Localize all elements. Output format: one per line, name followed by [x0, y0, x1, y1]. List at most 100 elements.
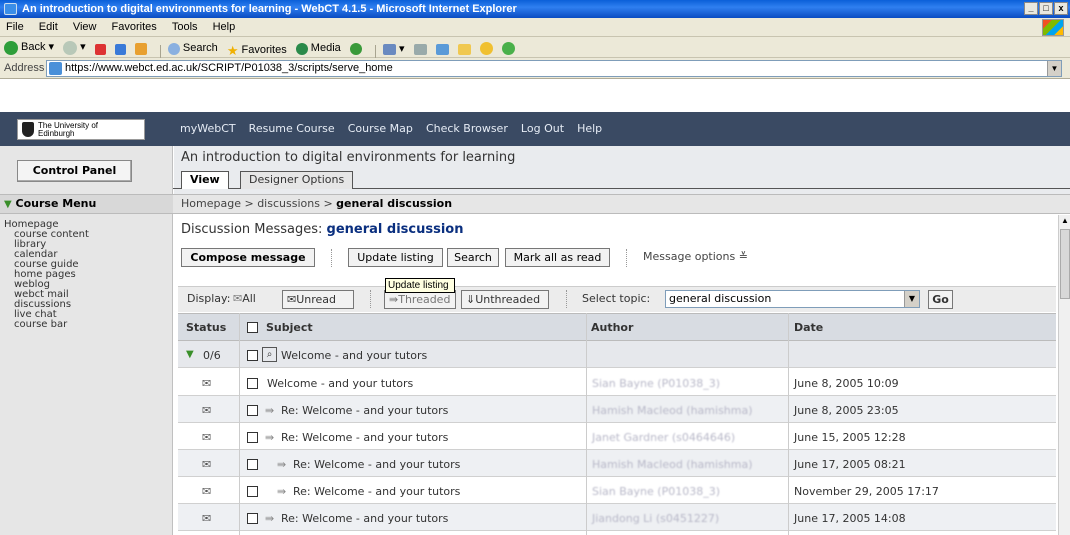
message-options-link[interactable]: Message options ≚ [643, 249, 748, 265]
message-subject[interactable]: Welcome - and your tutors [267, 377, 413, 390]
course-menu-item[interactable]: course bar [4, 320, 169, 330]
scroll-thumb[interactable] [1060, 229, 1070, 299]
edit-button[interactable] [435, 43, 449, 55]
row-checkbox[interactable] [247, 350, 258, 361]
maximize-button[interactable]: □ [1039, 2, 1053, 15]
print-button[interactable] [413, 43, 427, 55]
row-checkbox[interactable] [247, 486, 258, 497]
message-subject[interactable]: Re: Welcome - and your tutors [281, 404, 448, 417]
breadcrumb-homepage[interactable]: Homepage [181, 197, 241, 210]
tab-view[interactable]: View [181, 171, 229, 189]
envelope-open-icon: ✉ [233, 292, 243, 305]
search-button[interactable]: Search [167, 38, 218, 59]
divider [626, 249, 627, 267]
triangle-down-icon[interactable]: ▼ [186, 349, 194, 360]
vertical-scrollbar[interactable]: ▲ [1058, 215, 1070, 535]
nav-course-map[interactable]: Course Map [348, 122, 413, 135]
message-author: Sian Bayne (P01038_3) [592, 377, 720, 390]
refresh-button[interactable] [114, 43, 126, 55]
search-icon [167, 42, 180, 55]
control-panel-button[interactable]: Control Panel [17, 160, 132, 182]
address-label: Address [4, 62, 45, 74]
minimize-button[interactable]: _ [1024, 2, 1038, 15]
stop-button[interactable] [94, 43, 106, 55]
message-date: June 15, 2005 12:28 [794, 431, 906, 444]
home-icon [134, 42, 147, 55]
menu-tools[interactable]: Tools [166, 18, 204, 37]
menu-edit[interactable]: Edit [33, 18, 64, 37]
breadcrumb-discussions[interactable]: discussions [257, 197, 320, 210]
divider [566, 290, 567, 308]
message-subject[interactable]: Re: Welcome - and your tutors [293, 485, 460, 498]
home-button[interactable] [134, 42, 147, 55]
reply-arrow-icon: ⇛ [265, 512, 275, 525]
forward-button[interactable]: ▾ [63, 37, 86, 58]
university-logo[interactable]: The University of Edinburgh [17, 119, 145, 140]
row-checkbox[interactable] [247, 378, 258, 389]
messenger-button[interactable] [479, 41, 493, 55]
media-button[interactable]: Media [295, 38, 341, 59]
menu-help[interactable]: Help [207, 18, 242, 37]
row-checkbox[interactable] [247, 432, 258, 443]
back-button[interactable]: Back ▾ [4, 37, 54, 58]
chevron-down-icon[interactable]: ▼ [904, 291, 919, 307]
menu-bar: File Edit View Favorites Tools Help [0, 18, 1070, 37]
url-input[interactable]: https://www.webct.ed.ac.uk/SCRIPT/P01038… [46, 60, 1062, 77]
nav-help[interactable]: Help [577, 122, 602, 135]
row-checkbox[interactable] [247, 459, 258, 470]
message-date: November 29, 2005 17:17 [794, 485, 939, 498]
chevron-down-icon[interactable]: ▼ [1047, 61, 1061, 76]
nav-log-out[interactable]: Log Out [521, 122, 564, 135]
topic-select[interactable]: general discussion ▼ [665, 290, 920, 308]
toolbar-separator [159, 44, 161, 59]
mail-button[interactable]: ▾ [382, 39, 404, 60]
row-checkbox[interactable] [247, 513, 258, 524]
unthreaded-button[interactable]: ⇓Unthreaded [461, 290, 549, 309]
stop-icon [94, 43, 106, 55]
nav-check-browser[interactable]: Check Browser [426, 122, 508, 135]
menu-favorites[interactable]: Favorites [106, 18, 163, 37]
envelope-icon: ✉ [287, 293, 297, 306]
column-author[interactable]: Author [591, 321, 633, 334]
course-menu-header[interactable]: ▼ Course Menu [0, 194, 173, 214]
nav-resume-course[interactable]: Resume Course [249, 122, 335, 135]
message-subject[interactable]: Re: Welcome - and your tutors [281, 512, 448, 525]
update-listing-button[interactable]: Update listing [348, 248, 443, 267]
window-title: An introduction to digital environments … [22, 3, 517, 15]
history-button[interactable] [349, 42, 362, 55]
message-author: Hamish Macleod (hamishma) [592, 458, 753, 471]
envelope-icon: ✉ [202, 404, 212, 417]
message-subject[interactable]: Re: Welcome - and your tutors [293, 458, 460, 471]
scroll-up-icon[interactable]: ▲ [1060, 216, 1070, 226]
column-date[interactable]: Date [794, 321, 823, 334]
menu-file[interactable]: File [0, 18, 30, 37]
tab-designer-options[interactable]: Designer Options [240, 171, 354, 189]
nav-mywebct[interactable]: myWebCT [180, 122, 236, 135]
magnifier-icon[interactable]: ⌕ [262, 347, 277, 362]
message-subject[interactable]: Re: Welcome - and your tutors [281, 431, 448, 444]
breadcrumb: Homepage > discussions > general discuss… [173, 194, 1070, 214]
select-all-checkbox[interactable] [247, 322, 258, 333]
msn-button[interactable] [501, 41, 515, 55]
thread-icon: ⇛ [389, 293, 399, 306]
unread-button[interactable]: ✉Unread [282, 290, 354, 309]
menu-view[interactable]: View [67, 18, 103, 37]
column-status[interactable]: Status [186, 321, 226, 334]
folder-button[interactable] [457, 43, 471, 55]
search-button[interactable]: Search [447, 248, 499, 267]
divider [370, 290, 371, 308]
column-subject[interactable]: Subject [266, 321, 313, 334]
back-arrow-icon [4, 40, 18, 55]
triangle-down-icon: ▼ [4, 199, 12, 210]
thread-subject[interactable]: Welcome - and your tutors [281, 349, 427, 362]
window-title-bar: An introduction to digital environments … [0, 0, 1070, 18]
display-all[interactable]: ✉All [233, 292, 256, 305]
go-button[interactable]: Go [928, 290, 953, 309]
display-label: Display: [187, 292, 231, 305]
compose-message-button[interactable]: Compose message [181, 248, 315, 267]
arrow-down-icon: ⇓ [466, 293, 476, 306]
row-checkbox[interactable] [247, 405, 258, 416]
close-button[interactable]: x [1054, 2, 1068, 15]
media-icon [295, 42, 308, 55]
mark-all-read-button[interactable]: Mark all as read [505, 248, 610, 267]
